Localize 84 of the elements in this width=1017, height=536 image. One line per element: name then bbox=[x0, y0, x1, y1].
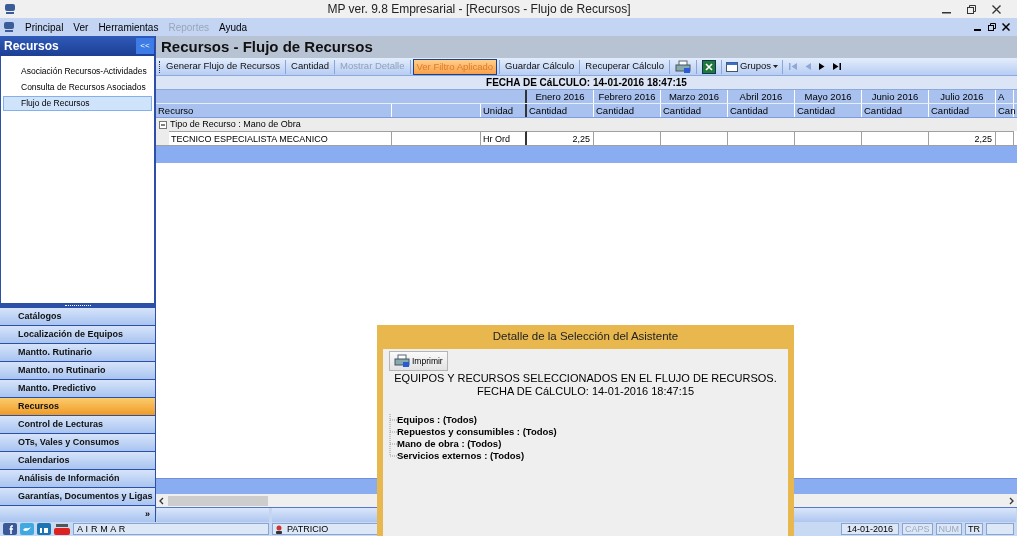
column-header: Cantidad bbox=[862, 104, 929, 117]
caret-icon bbox=[773, 65, 779, 68]
dialog-heading: EQUIPOS Y RECURSOS SELECCIONADOS EN EL FLUJO DE RECURSOS. bbox=[393, 372, 778, 385]
dialog-title: Detalle de la Selección del Asistente bbox=[492, 329, 679, 345]
close-icon[interactable] bbox=[1002, 23, 1010, 31]
dialog-date: FECHA DE CáLCULO: 14-01-2016 18:47:15 bbox=[475, 385, 696, 398]
restore-icon[interactable] bbox=[967, 4, 976, 14]
nav-button[interactable]: Mantto. no Rutinario bbox=[0, 362, 155, 380]
tree-item: Mano de obra : (Todos) bbox=[397, 437, 502, 451]
column-header: Cantidad bbox=[929, 104, 996, 117]
nav-button[interactable]: OTs, Vales y Consumos bbox=[0, 434, 155, 452]
column-header: Can bbox=[996, 104, 1014, 117]
status-indicator: TR bbox=[965, 523, 983, 535]
sidebar-item[interactable]: Asociación Recursos-Actividades bbox=[3, 64, 152, 79]
window-title: MP ver. 9.8 Empresarial - [Recursos - Flujo de Recursos] bbox=[326, 1, 632, 18]
column-header: Cantidad bbox=[728, 104, 795, 117]
app-icon bbox=[4, 3, 16, 15]
calc-date: FECHA DE CáLCULO: 14-01-2016 18:47:15 bbox=[486, 76, 687, 90]
group-label: Tipo de Recurso : Mano de Obra bbox=[170, 117, 301, 131]
user-icon bbox=[275, 524, 283, 534]
month-header: Mayo 2016 bbox=[795, 90, 862, 103]
menu-item[interactable]: Ver bbox=[68, 19, 94, 35]
window-icon bbox=[725, 61, 738, 72]
month-header: Enero 2016 bbox=[527, 90, 594, 103]
nav-button[interactable]: Análisis de Información bbox=[0, 470, 155, 488]
print-button[interactable]: Imprimir bbox=[389, 351, 448, 371]
nav-button[interactable]: Mantto. Predictivo bbox=[0, 380, 155, 398]
nav-button[interactable]: Calendarios bbox=[0, 452, 155, 470]
restore-icon[interactable] bbox=[988, 23, 996, 31]
nav-button[interactable]: Localización de Equipos bbox=[0, 326, 155, 344]
month-header: Marzo 2016 bbox=[661, 90, 728, 103]
app-icon[interactable] bbox=[3, 21, 15, 33]
month-header: Julio 2016 bbox=[929, 90, 996, 103]
nav-button[interactable]: Garantías, Documentos y Ligas bbox=[0, 488, 155, 506]
spreadsheet-icon[interactable] bbox=[701, 59, 716, 74]
menu-item[interactable]: Herramientas bbox=[93, 19, 164, 35]
table-cell: 2,25 bbox=[929, 131, 996, 145]
collapse-button[interactable]: << bbox=[136, 38, 154, 54]
table-cell: TECNICO ESPECIALISTA MECANICO bbox=[169, 131, 392, 145]
nav-button[interactable]: Mantto. Rutinario bbox=[0, 344, 155, 362]
tree-item: Servicios externos : (Todos) bbox=[397, 449, 525, 463]
printer-icon[interactable] bbox=[394, 354, 410, 368]
video-icon[interactable] bbox=[54, 523, 70, 535]
sidebar-item[interactable]: Consulta de Recursos Asociados bbox=[3, 80, 152, 95]
company-field: A I R M A R bbox=[73, 523, 269, 535]
status-panel bbox=[986, 523, 1014, 535]
toolbar-button[interactable]: Guardar Cálculo bbox=[502, 58, 578, 75]
menu-item[interactable]: Ayuda bbox=[214, 19, 253, 35]
collapse-icon[interactable] bbox=[159, 120, 167, 129]
month-header: Junio 2016 bbox=[862, 90, 929, 103]
toolbar-button[interactable]: Generar Flujo de Recursos bbox=[163, 58, 284, 75]
tree-item: Equipos : (Todos) bbox=[397, 412, 478, 427]
toolbar-button[interactable]: Cantidad bbox=[288, 58, 333, 75]
sidebar-title: Recursos bbox=[4, 38, 60, 55]
status-indicator: CAPS bbox=[902, 523, 933, 535]
toolbar-button[interactable]: Recuperar Cálculo bbox=[582, 58, 667, 75]
tree-item: Repuestos y consumibles : (Todos) bbox=[397, 425, 557, 439]
close-icon[interactable] bbox=[992, 4, 1001, 14]
printer-icon[interactable] bbox=[674, 59, 691, 74]
column-header: Cantidad bbox=[527, 104, 594, 117]
nav-button[interactable]: Recursos bbox=[0, 398, 155, 416]
user-name: PATRICIO bbox=[287, 523, 329, 535]
month-header: Abril 2016 bbox=[728, 90, 795, 103]
table-cell: 2,25 bbox=[527, 131, 594, 145]
nav-button[interactable]: Catálogos bbox=[0, 308, 155, 326]
month-header: Febrero 2016 bbox=[594, 90, 661, 103]
column-header: Cantidad bbox=[795, 104, 862, 117]
facebook-icon[interactable] bbox=[3, 523, 17, 535]
last-icon[interactable] bbox=[832, 62, 843, 71]
sidebar-item[interactable]: Flujo de Recursos bbox=[3, 96, 152, 111]
date-field: 14-01-2016 bbox=[841, 523, 899, 535]
menu-item[interactable]: Principal bbox=[20, 19, 69, 35]
status-indicator: NUM bbox=[935, 523, 962, 535]
groups-dropdown[interactable]: Grupos bbox=[723, 58, 781, 75]
bird-icon[interactable] bbox=[20, 523, 34, 535]
column-header: Cantidad bbox=[594, 104, 661, 117]
page-title: Recursos - Flujo de Recursos bbox=[161, 36, 373, 57]
nav-button[interactable]: Control de Lecturas bbox=[0, 416, 155, 434]
column-header: Cantidad bbox=[661, 104, 728, 117]
linkedin-icon[interactable] bbox=[37, 523, 51, 535]
month-header: A bbox=[996, 90, 1014, 103]
column-header: Recurso bbox=[156, 104, 392, 117]
next-icon[interactable] bbox=[818, 62, 827, 71]
more-button[interactable]: » bbox=[0, 506, 155, 522]
